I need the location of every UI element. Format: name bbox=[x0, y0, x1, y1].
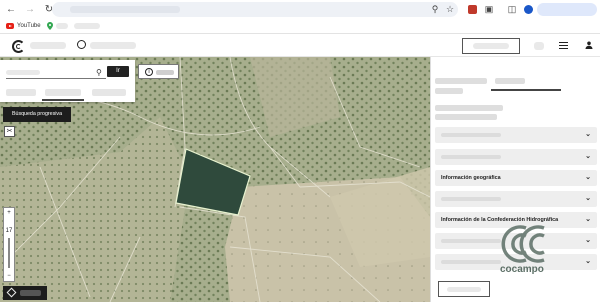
zoom-in-button[interactable]: + bbox=[4, 208, 14, 218]
bookmark-blurred bbox=[55, 23, 68, 29]
back-arrow-icon[interactable]: ← bbox=[3, 2, 19, 18]
bookmark-star-icon[interactable]: ☆ bbox=[443, 2, 457, 16]
map-search-panel: ⚲ Ir bbox=[0, 60, 135, 102]
panel-action-button[interactable] bbox=[438, 281, 490, 297]
zoom-slider[interactable] bbox=[8, 238, 10, 268]
profile-avatar-icon[interactable] bbox=[521, 2, 535, 16]
info-chip-label-blurred bbox=[156, 70, 174, 75]
phone-number-blurred bbox=[90, 42, 136, 49]
accordion-section[interactable]: ⌄ bbox=[435, 191, 597, 207]
watermark-text: cocampo bbox=[500, 264, 544, 275]
extension-icon[interactable] bbox=[465, 2, 479, 16]
panel-tab-blurred[interactable] bbox=[435, 78, 487, 84]
bookmark-maps[interactable] bbox=[46, 22, 68, 30]
extensions-puzzle-icon[interactable]: ▣ bbox=[482, 2, 496, 16]
user-icon[interactable] bbox=[585, 41, 593, 49]
bookmarks-bar: YouTube bbox=[0, 19, 600, 34]
accordion-section[interactable]: ⌄ bbox=[435, 127, 597, 143]
bookmark-blurred bbox=[73, 23, 100, 29]
layers-icon bbox=[6, 287, 17, 298]
zoom-control: + 17 − bbox=[3, 207, 15, 282]
accordion-geographic-info[interactable]: Información geográfica ⌄ bbox=[435, 170, 597, 186]
profile-pill[interactable] bbox=[537, 3, 597, 16]
layers-button[interactable] bbox=[3, 286, 47, 300]
cocampo-watermark: cocampo bbox=[496, 222, 560, 278]
button-label-blurred bbox=[447, 287, 481, 292]
panel-meta-blurred bbox=[435, 114, 497, 120]
whatsapp-icon[interactable] bbox=[77, 40, 86, 49]
header-action-button[interactable] bbox=[462, 38, 520, 54]
cocampo-watermark-icon bbox=[501, 225, 545, 263]
address-bar-url bbox=[70, 6, 180, 13]
progressive-search-button[interactable]: Búsqueda progresiva bbox=[3, 107, 71, 122]
search-tab[interactable] bbox=[6, 89, 36, 96]
chevron-down-icon: ⌄ bbox=[585, 258, 591, 265]
chevron-down-icon: ⌄ bbox=[585, 237, 591, 244]
accordion-label-blurred bbox=[441, 239, 501, 243]
accordion-section[interactable]: ⌄ bbox=[435, 149, 597, 165]
youtube-icon bbox=[6, 23, 14, 29]
zoom-out-button[interactable]: − bbox=[4, 271, 14, 281]
active-tab-indicator bbox=[42, 99, 84, 101]
search-icon[interactable]: ⚲ bbox=[96, 68, 102, 77]
accordion-label-blurred bbox=[441, 133, 501, 137]
parcel-info-chip[interactable]: i bbox=[138, 64, 179, 79]
chevron-down-icon: ⌄ bbox=[585, 174, 591, 181]
maps-pin-icon bbox=[46, 22, 53, 30]
search-go-button[interactable]: Ir bbox=[107, 66, 129, 77]
bookmark-other[interactable] bbox=[73, 23, 100, 29]
cadastre-search-input[interactable] bbox=[6, 67, 106, 79]
active-panel-tab-indicator bbox=[491, 89, 561, 91]
header-blurred-item bbox=[534, 42, 544, 50]
search-tab[interactable] bbox=[92, 89, 126, 96]
layers-label-blurred bbox=[20, 290, 41, 296]
sidebar-icon[interactable]: ◫ bbox=[505, 2, 519, 16]
chevron-down-icon: ⌄ bbox=[585, 153, 591, 160]
measure-tool-icon[interactable]: ✂ bbox=[4, 126, 15, 137]
button-label-blurred bbox=[473, 43, 509, 49]
bookmark-label: YouTube bbox=[17, 23, 41, 29]
zoom-level: 17 bbox=[5, 228, 13, 234]
forward-arrow-icon[interactable]: → bbox=[22, 2, 38, 18]
site-name-blurred bbox=[30, 42, 66, 49]
accordion-label: Información geográfica bbox=[441, 175, 501, 181]
accordion-label-blurred bbox=[441, 155, 501, 159]
chevron-down-icon: ⌄ bbox=[585, 195, 591, 202]
accordion-label-blurred bbox=[441, 197, 501, 201]
search-placeholder-blurred bbox=[6, 70, 40, 75]
chevron-down-icon: ⌄ bbox=[585, 131, 591, 138]
search-tab[interactable] bbox=[45, 89, 81, 96]
accordion-label-blurred bbox=[441, 260, 501, 264]
search-icon[interactable]: ⚲ bbox=[428, 2, 442, 16]
address-bar[interactable] bbox=[52, 2, 458, 17]
panel-tab-blurred[interactable] bbox=[495, 78, 525, 84]
browser-chrome: ← → ↻ ≡ ⚲ ☆ ▣ ◫ YouTube bbox=[0, 0, 600, 36]
menu-icon[interactable] bbox=[559, 42, 568, 49]
cocampo-logo-inner-icon bbox=[16, 44, 21, 49]
panel-meta-blurred bbox=[435, 105, 503, 111]
info-icon: i bbox=[145, 68, 153, 76]
panel-subtitle-blurred bbox=[435, 88, 463, 94]
bookmark-youtube[interactable]: YouTube bbox=[6, 23, 41, 29]
chevron-down-icon: ⌄ bbox=[585, 216, 591, 223]
